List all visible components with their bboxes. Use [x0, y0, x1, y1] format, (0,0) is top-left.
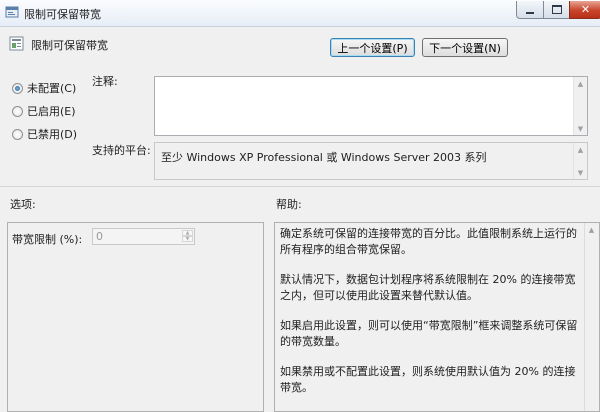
bandwidth-limit-label: 带宽限制 (%):: [12, 233, 83, 246]
help-paragraph: 如果启用此设置，则可以使用“带宽限制”框来调整系统可保留的带宽数量。: [280, 319, 578, 348]
help-pane[interactable]: 确定系统可保留的连接带宽的百分比。此值限制系统上运行的所有程序的组合带宽保留。 …: [274, 222, 600, 412]
help-scrollbar[interactable]: ▲: [584, 223, 599, 411]
comment-scrollbar[interactable]: ▲ ▼: [573, 77, 587, 135]
policy-app-icon: [5, 6, 19, 18]
help-paragraph: 如果禁用或不配置此设置，则系统使用默认值为 20% 的连接带宽。: [280, 365, 576, 394]
minimize-icon: [526, 11, 534, 14]
title-bar[interactable]: 限制可保留带宽 ✕: [0, 0, 600, 27]
platform-scrollbar[interactable]: ▲ ▼: [573, 143, 587, 179]
policy-setting-icon: [9, 36, 24, 51]
comment-textarea[interactable]: ▲ ▼: [154, 76, 588, 136]
bandwidth-stepper: ▲ ▼: [182, 230, 193, 243]
close-icon: ✕: [580, 3, 591, 16]
window-title: 限制可保留带宽: [24, 8, 101, 21]
stepper-down-icon: ▼: [182, 236, 193, 242]
scroll-down-icon[interactable]: ▼: [574, 166, 587, 179]
bandwidth-limit-input: 0 ▲ ▼: [92, 228, 195, 245]
help-text: 确定系统可保留的连接带宽的百分比。此值限制系统上运行的所有程序的组合带宽保留。 …: [280, 226, 582, 410]
help-paragraph: 确定系统可保留的连接带宽的百分比。此值限制系统上运行的所有程序的组合带宽保留。: [280, 227, 577, 256]
radio-disabled[interactable]: 已禁用(D): [12, 126, 77, 142]
section-divider: [0, 186, 600, 187]
minimize-button[interactable]: [516, 1, 544, 19]
radio-enabled[interactable]: 已启用(E): [12, 103, 76, 119]
previous-setting-button[interactable]: 上一个设置(P): [330, 38, 415, 57]
bandwidth-limit-value: 0: [96, 230, 103, 243]
options-pane: [7, 222, 264, 412]
radio-button[interactable]: [12, 105, 23, 117]
close-button[interactable]: ✕: [569, 1, 600, 19]
radio-button[interactable]: [12, 82, 23, 94]
scroll-down-icon[interactable]: ▼: [574, 122, 587, 135]
radio-label: 已启用(E): [27, 105, 76, 118]
radio-button[interactable]: [12, 128, 23, 140]
next-setting-button[interactable]: 下一个设置(N): [422, 38, 508, 57]
radio-label: 已禁用(D): [27, 128, 78, 141]
platform-label: 支持的平台:: [92, 144, 151, 157]
setting-name: 限制可保留带宽: [31, 39, 108, 52]
maximize-icon: [551, 5, 562, 14]
platform-box: 至少 Windows XP Professional 或 Windows Ser…: [154, 142, 588, 180]
platform-value: 至少 Windows XP Professional 或 Windows Ser…: [161, 151, 487, 164]
scroll-up-icon[interactable]: ▲: [574, 143, 587, 156]
scroll-up-icon[interactable]: ▲: [574, 77, 587, 90]
comment-label: 注释:: [92, 75, 118, 88]
radio-label: 未配置(C): [27, 82, 77, 95]
maximize-button[interactable]: [543, 1, 570, 19]
help-paragraph: 默认情况下，数据包计划程序将系统限制在 20% 的连接带宽之内，但可以使用此设置…: [280, 273, 576, 302]
help-label: 帮助:: [276, 198, 302, 211]
radio-not-configured[interactable]: 未配置(C): [12, 80, 76, 96]
scroll-up-icon[interactable]: ▲: [585, 223, 598, 236]
options-label: 选项:: [10, 198, 36, 211]
